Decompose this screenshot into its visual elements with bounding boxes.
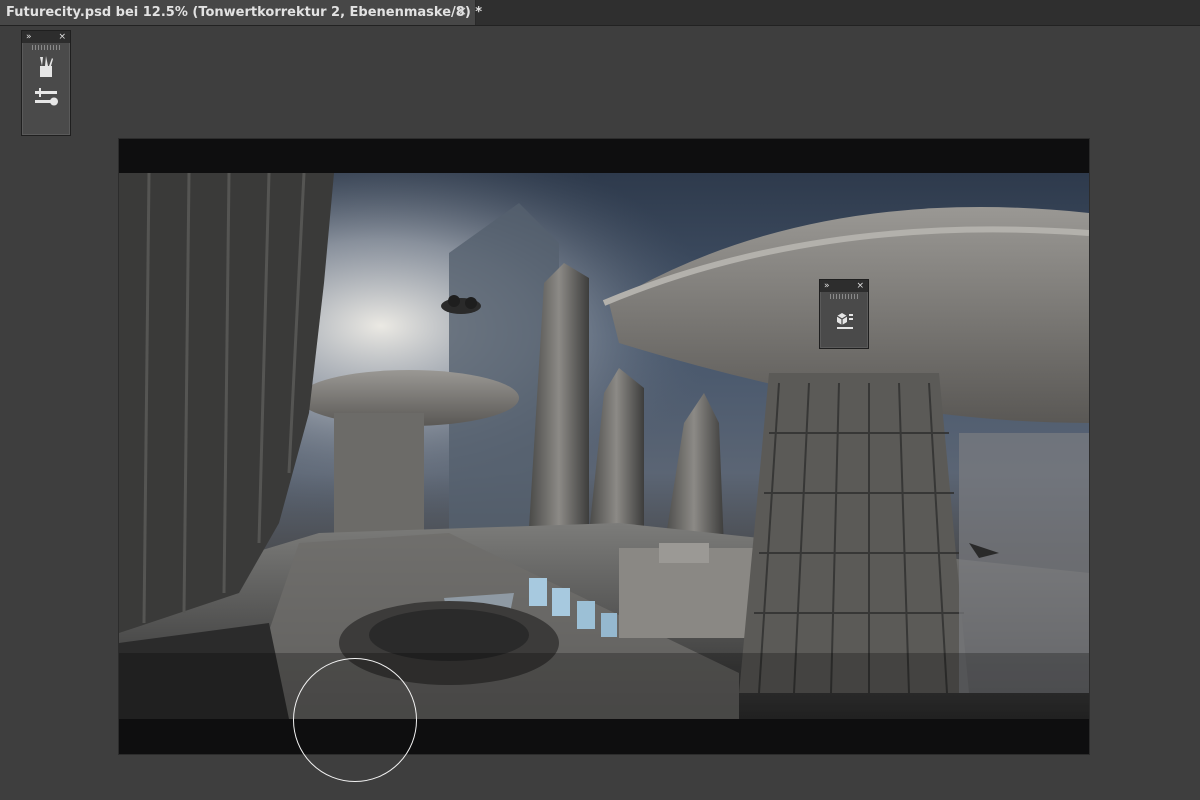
panel-grip[interactable] — [830, 294, 858, 299]
close-panel-icon[interactable]: × — [856, 280, 864, 292]
panel-grip[interactable] — [32, 45, 60, 50]
document-tab-bar: Futurecity.psd bei 12.5% (Tonwertkorrekt… — [0, 0, 1200, 26]
brush-presets-button[interactable] — [31, 84, 61, 110]
close-panel-icon[interactable]: × — [58, 31, 66, 43]
close-document-tab-icon[interactable]: × — [455, 4, 469, 18]
brush-panel-header[interactable]: » × — [22, 31, 70, 43]
document-tab-title: Futurecity.psd bei 12.5% (Tonwertkorrekt… — [6, 5, 483, 20]
collapse-panel-icon[interactable]: » — [26, 31, 32, 43]
3d-panel-header[interactable]: » × — [820, 280, 868, 292]
brushes-icon — [40, 56, 53, 77]
collapse-panel-icon[interactable]: » — [824, 280, 830, 292]
brush-presets-icon — [35, 88, 58, 106]
document-canvas[interactable] — [119, 139, 1089, 754]
3d-button[interactable] — [829, 307, 859, 333]
futurecity-artwork — [119, 173, 1089, 719]
3d-icon — [836, 313, 853, 329]
brush-panel: » × — [21, 30, 71, 136]
document-tab[interactable]: Futurecity.psd bei 12.5% (Tonwertkorrekt… — [0, 0, 482, 25]
brushes-button[interactable] — [31, 54, 61, 80]
3d-panel: » × — [819, 279, 869, 349]
